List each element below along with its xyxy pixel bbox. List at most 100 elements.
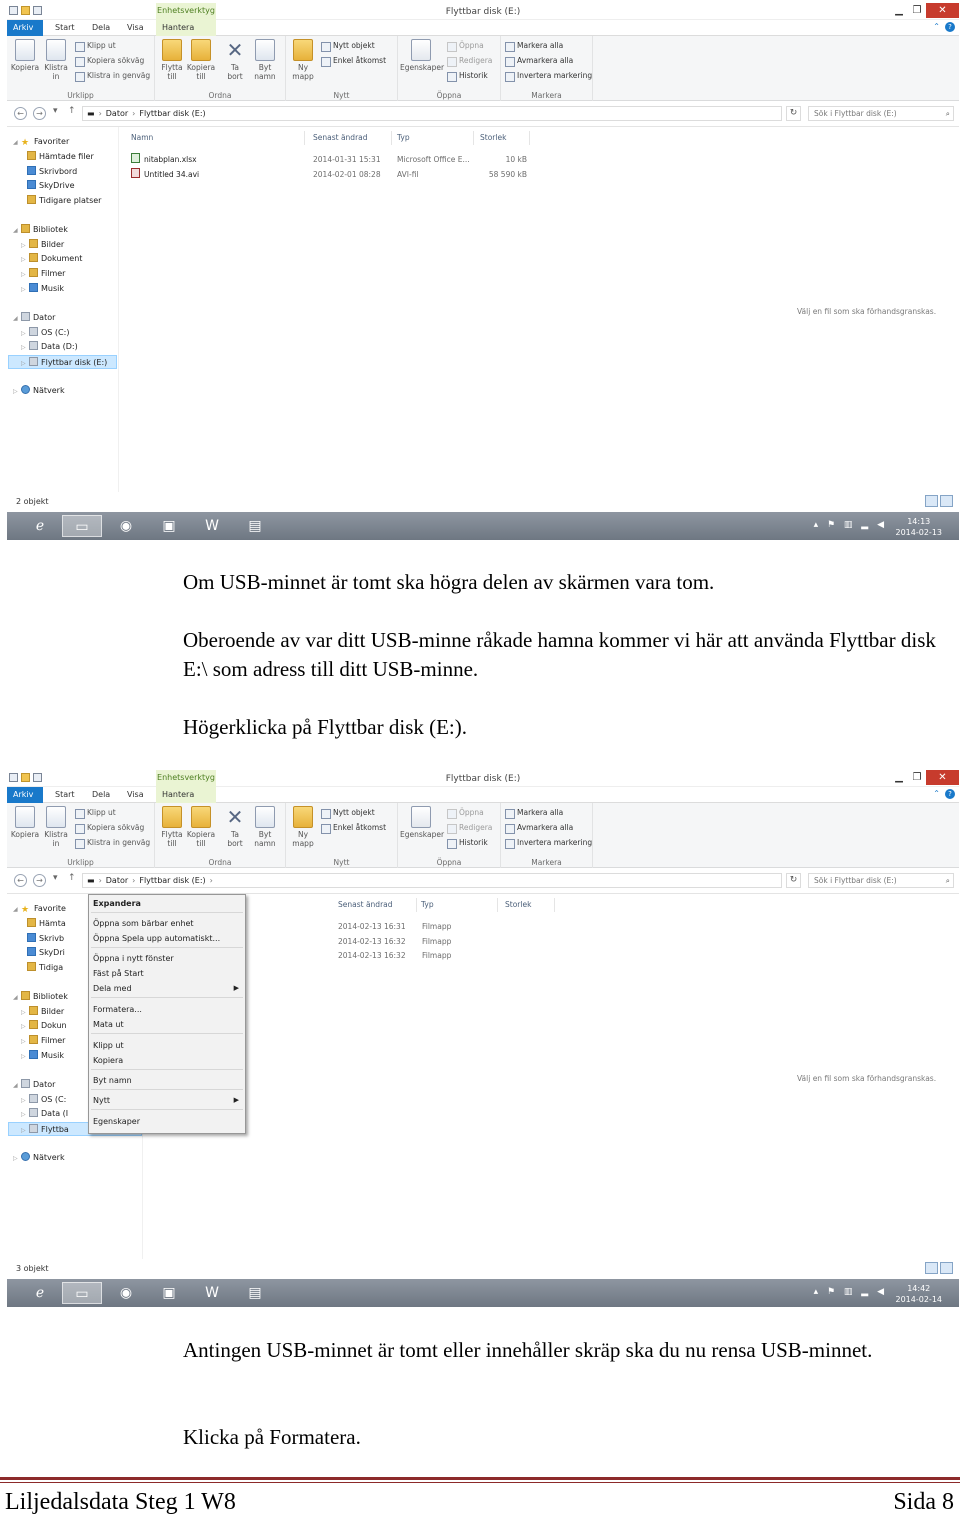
close-icon[interactable]: ✕	[926, 770, 959, 785]
chrome-icon[interactable]: ◉	[111, 515, 141, 537]
tree-documents[interactable]: ▷ Dokument	[21, 252, 82, 266]
recent-locations-icon[interactable]: ▾	[53, 106, 58, 116]
chevron-up-icon[interactable]: ⌃	[933, 22, 940, 32]
tree-os[interactable]: ▷ OS (C:)	[21, 326, 69, 340]
tree-desktop[interactable]: Skrivbord	[27, 165, 77, 179]
app-icon[interactable]: ▣	[154, 1282, 184, 1304]
tab-hantera[interactable]: Hantera	[156, 20, 216, 36]
tree-favorites[interactable]: ◢ ★ Favorite	[13, 902, 66, 916]
properties-button[interactable]: Egenskaper	[400, 39, 444, 72]
minimize-icon[interactable]: ▁	[890, 3, 908, 18]
menu-item-autoplay[interactable]: Öppna Spela upp automatiskt...	[91, 932, 241, 945]
menu-item-open-portable[interactable]: Öppna som bärbar enhet	[91, 917, 241, 930]
tab-arkiv[interactable]: Arkiv	[7, 20, 43, 36]
search-input[interactable]: Sök i Flyttbar disk (E:) ⌕	[808, 873, 954, 888]
tree-data[interactable]: ▷ Data (D:)	[21, 340, 78, 354]
close-icon[interactable]: ✕	[926, 3, 959, 18]
tab-start[interactable]: Start	[49, 787, 81, 803]
tree-computer[interactable]: ◢ Dator	[13, 1078, 55, 1092]
select-all-button[interactable]: Markera alla	[505, 807, 563, 819]
rename-button[interactable]: Byt namn	[250, 39, 280, 81]
menu-item-format[interactable]: Formatera...	[91, 1003, 241, 1016]
maximize-icon[interactable]: ❐	[908, 3, 926, 18]
word-icon[interactable]: W	[197, 1282, 227, 1304]
menu-item-copy[interactable]: Kopiera	[91, 1054, 241, 1067]
tree-pictures[interactable]: ▷ Bilder	[21, 238, 64, 252]
app-icon[interactable]: ▣	[154, 515, 184, 537]
tree-network[interactable]: ▷ Nätverk	[13, 1151, 65, 1165]
paste-button[interactable]: Klistra in	[41, 39, 71, 81]
system-tray-icons[interactable]: ▴ ⚑ ▥ ▂ ◀	[814, 1287, 887, 1297]
menu-item-open-new-window[interactable]: Öppna i nytt fönster	[91, 952, 241, 965]
back-icon[interactable]: ←	[14, 874, 27, 887]
copy-button[interactable]: Kopiera	[10, 39, 40, 72]
tree-downloads[interactable]: Hämta	[27, 917, 66, 931]
tiles-view-icon[interactable]	[940, 495, 953, 507]
tab-dela[interactable]: Dela	[86, 20, 116, 36]
chevron-up-icon[interactable]: ⌃	[933, 789, 940, 799]
breadcrumb-drive[interactable]: Flyttbar disk (E:)	[139, 876, 205, 885]
up-icon[interactable]: ↑	[68, 106, 76, 116]
up-icon[interactable]: ↑	[68, 873, 76, 883]
menu-item-pin-start[interactable]: Fäst på Start	[91, 967, 241, 980]
select-all-button[interactable]: Markera alla	[505, 40, 563, 52]
paint-icon[interactable]: ▤	[240, 515, 270, 537]
tree-skydrive[interactable]: SkyDri	[27, 946, 65, 960]
details-view-icon[interactable]	[925, 1262, 938, 1274]
clock[interactable]: 14:13 2014-02-13	[896, 516, 943, 538]
menu-item-expand[interactable]: Expandera	[91, 897, 241, 910]
new-item-button[interactable]: Nytt objekt	[321, 807, 375, 819]
new-folder-button[interactable]: Ny mapp	[288, 806, 318, 848]
new-folder-button[interactable]: Ny mapp	[288, 39, 318, 81]
copy-path-button[interactable]: Kopiera sökväg	[75, 55, 144, 67]
column-type[interactable]: Typ	[415, 898, 498, 912]
open-button[interactable]: Öppna	[447, 40, 484, 52]
column-name[interactable]: Namn	[125, 131, 305, 145]
address-field[interactable]: ▬ › Dator › Flyttbar disk (E:) ›	[82, 873, 782, 888]
tree-videos[interactable]: ▷ Filmer	[21, 1034, 65, 1048]
tiles-view-icon[interactable]	[940, 1262, 953, 1274]
tree-pictures[interactable]: ▷ Bilder	[21, 1005, 64, 1019]
tree-recent[interactable]: Tidiga	[27, 961, 63, 975]
easy-access-button[interactable]: Enkel åtkomst	[321, 55, 386, 67]
search-input[interactable]: Sök i Flyttbar disk (E:) ⌕	[808, 106, 954, 121]
help-icon[interactable]: ?	[945, 22, 955, 32]
tree-documents[interactable]: ▷ Dokun	[21, 1019, 67, 1033]
forward-icon[interactable]: →	[33, 107, 46, 120]
menu-item-new[interactable]: Nytt ▶	[91, 1094, 241, 1107]
paste-shortcut-button[interactable]: Klistra in genväg	[75, 70, 150, 82]
new-item-button[interactable]: Nytt objekt	[321, 40, 375, 52]
help-icon[interactable]: ?	[945, 789, 955, 799]
paste-button[interactable]: Klistra in	[41, 806, 71, 848]
edit-button[interactable]: Redigera	[447, 822, 492, 834]
invert-selection-button[interactable]: Invertera markering	[505, 837, 592, 849]
paste-shortcut-button[interactable]: Klistra in genväg	[75, 837, 150, 849]
menu-item-properties[interactable]: Egenskaper	[91, 1115, 241, 1128]
tree-desktop[interactable]: Skrivb	[27, 932, 64, 946]
maximize-icon[interactable]: ❐	[908, 770, 926, 785]
refresh-icon[interactable]: ↻	[786, 873, 801, 888]
system-tray-icons[interactable]: ▴ ⚑ ▥ ▂ ◀	[814, 520, 887, 530]
breadcrumb-dator[interactable]: Dator	[106, 109, 128, 118]
file-explorer-icon[interactable]: ▭	[62, 1282, 102, 1304]
move-to-button[interactable]: Flytta till	[157, 806, 187, 848]
tree-libraries[interactable]: ◢ Bibliotek	[13, 990, 68, 1004]
column-modified[interactable]: Senast ändrad	[332, 898, 417, 912]
tree-libraries[interactable]: ◢ Bibliotek	[13, 223, 68, 237]
delete-button[interactable]: ✕ Ta bort	[220, 806, 250, 848]
rename-button[interactable]: Byt namn	[250, 806, 280, 848]
column-size[interactable]: Storlek	[499, 898, 555, 912]
tree-os[interactable]: ▷ OS (C:	[21, 1093, 66, 1107]
menu-item-rename[interactable]: Byt namn	[91, 1074, 241, 1087]
tree-recent[interactable]: Tidigare platser	[27, 194, 101, 208]
cut-button[interactable]: Klipp ut	[75, 40, 116, 52]
refresh-icon[interactable]: ↻	[786, 106, 801, 121]
file-explorer-icon[interactable]: ▭	[62, 515, 102, 537]
tab-start[interactable]: Start	[49, 20, 81, 36]
tree-music[interactable]: ▷ Musik	[21, 282, 64, 296]
tree-downloads[interactable]: Hämtade filer	[27, 150, 94, 164]
copy-to-button[interactable]: Kopiera till	[186, 39, 216, 81]
tab-dela[interactable]: Dela	[86, 787, 116, 803]
copy-to-button[interactable]: Kopiera till	[186, 806, 216, 848]
back-icon[interactable]: ←	[14, 107, 27, 120]
